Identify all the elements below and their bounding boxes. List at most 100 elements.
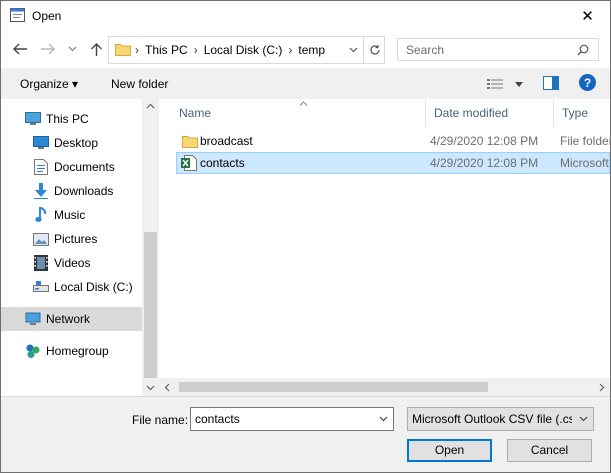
nav-item-label: Desktop — [54, 136, 99, 150]
breadcrumb-local-disk[interactable]: Local Disk (C:) — [200, 43, 287, 57]
change-view-button[interactable] — [487, 76, 525, 92]
help-button[interactable]: ? — [579, 74, 596, 91]
file-list-scroll-thumb[interactable] — [179, 382, 488, 392]
folder-icon — [182, 136, 198, 148]
excel-csv-icon — [181, 155, 197, 171]
preview-pane-button[interactable] — [543, 76, 559, 90]
title-bar: Open ✕ — [1, 1, 610, 31]
file-date: 4/29/2020 12:08 PM — [430, 156, 539, 170]
file-list: Name Date modified Type broadcast 4/29/2… — [159, 99, 610, 378]
refresh-button[interactable] — [363, 37, 385, 63]
search-icon — [577, 44, 589, 56]
network-icon — [25, 311, 41, 327]
scroll-left-icon[interactable] — [164, 383, 170, 392]
search-input[interactable]: Search — [406, 43, 444, 57]
chevron-down-icon — [515, 81, 523, 87]
open-dialog: Open ✕ › This PC › Local Disk (C:) › tem… — [0, 0, 611, 473]
nav-item-network[interactable]: Network — [1, 307, 165, 331]
bottom-panel: File name: contacts Microsoft Outlook CS… — [1, 396, 610, 472]
disk-icon — [33, 279, 49, 295]
breadcrumb-separator: › — [288, 43, 293, 57]
scroll-up-icon[interactable] — [146, 103, 155, 109]
nav-item-label: Homegroup — [46, 344, 109, 358]
videos-icon — [33, 255, 49, 271]
new-folder-button[interactable]: New folder — [111, 77, 168, 91]
nav-item-label: Pictures — [54, 232, 98, 246]
address-row: › This PC › Local Disk (C:) › temp Searc… — [1, 34, 610, 66]
sort-ascending-icon — [299, 101, 308, 106]
folder-icon — [115, 44, 131, 56]
recent-locations-button[interactable] — [64, 40, 80, 58]
breadcrumb-separator: › — [193, 43, 198, 57]
nav-item-label: Network — [46, 312, 91, 326]
desktop-icon — [33, 135, 49, 151]
forward-icon — [41, 43, 55, 55]
up-button[interactable] — [87, 40, 105, 58]
file-row-broadcast[interactable]: broadcast 4/29/2020 12:08 PM File folder — [176, 130, 610, 152]
refresh-icon — [369, 45, 380, 55]
music-icon — [33, 207, 49, 223]
nav-scrollbar[interactable] — [142, 99, 159, 396]
back-icon — [13, 43, 27, 55]
breadcrumb-separator: › — [135, 43, 139, 57]
preview-pane-icon — [543, 76, 559, 90]
documents-icon — [33, 159, 49, 175]
back-button[interactable] — [9, 40, 31, 58]
nav-item-label: Music — [54, 208, 86, 222]
file-list-scrollbar[interactable] — [159, 378, 610, 396]
svg-text:?: ? — [584, 76, 591, 90]
downloads-icon — [33, 183, 49, 199]
nav-item-homegroup[interactable]: Homegroup — [1, 339, 165, 363]
chevron-down-icon — [349, 47, 357, 53]
address-bar[interactable]: › This PC › Local Disk (C:) › temp — [108, 36, 385, 64]
breadcrumb-temp[interactable]: temp — [294, 43, 329, 57]
file-date: 4/29/2020 12:08 PM — [430, 134, 539, 148]
address-dropdown-button[interactable] — [343, 37, 363, 63]
file-name: broadcast — [200, 134, 253, 148]
forward-button[interactable] — [37, 40, 59, 58]
nav-item-label: Videos — [54, 256, 91, 270]
breadcrumb-this-pc[interactable]: This PC — [141, 43, 192, 57]
nav-item-label: This PC — [46, 112, 89, 126]
nav-item-label: Documents — [54, 160, 115, 174]
window-title: Open — [32, 9, 62, 23]
homegroup-icon — [25, 343, 41, 359]
file-name-combobox[interactable]: contacts — [190, 407, 394, 431]
file-name-label: File name: — [132, 413, 189, 427]
scroll-right-icon[interactable] — [599, 383, 605, 392]
help-icon: ? — [579, 74, 596, 91]
up-icon — [90, 42, 102, 56]
file-type: File folder — [560, 134, 610, 148]
navigation-pane: This PC Desktop Documents Downloads Musi… — [1, 99, 165, 396]
open-button[interactable]: Open — [407, 439, 492, 462]
cancel-button[interactable]: Cancel — [507, 439, 592, 462]
file-type-value: Microsoft Outlook CSV file (.csv) — [412, 412, 572, 426]
nav-scroll-thumb[interactable] — [144, 232, 157, 378]
column-label: Date modified — [434, 106, 509, 120]
details-view-icon — [487, 79, 503, 89]
scroll-down-icon[interactable] — [146, 385, 155, 391]
pictures-icon — [33, 231, 49, 247]
nav-item-this-pc[interactable]: This PC — [1, 107, 165, 131]
command-bar: Organize ▾ New folder ? — [1, 68, 610, 100]
file-name-input[interactable]: contacts — [195, 412, 240, 426]
column-header-type[interactable]: Type — [554, 99, 610, 127]
chevron-down-icon[interactable] — [379, 416, 388, 422]
column-label: Type — [562, 106, 589, 120]
app-icon — [10, 8, 25, 22]
nav-item-label: Local Disk (C:) — [54, 280, 133, 294]
close-icon: ✕ — [581, 8, 594, 25]
file-type-select[interactable]: Microsoft Outlook CSV file (.csv) — [407, 407, 594, 431]
column-label: Name — [179, 106, 212, 120]
nav-item-label: Downloads — [54, 184, 114, 198]
search-box[interactable]: Search — [397, 38, 599, 61]
file-type: Microsoft — [560, 156, 609, 170]
chevron-down-icon — [579, 416, 588, 422]
organize-menu[interactable]: Organize ▾ — [20, 77, 78, 91]
close-button[interactable]: ✕ — [565, 1, 610, 31]
file-name: contacts — [200, 156, 245, 170]
pc-icon — [25, 111, 41, 127]
file-row-contacts[interactable]: contacts 4/29/2020 12:08 PM Microsoft — [176, 152, 610, 174]
chevron-down-icon — [68, 46, 76, 52]
column-header-date-modified[interactable]: Date modified — [426, 99, 554, 127]
